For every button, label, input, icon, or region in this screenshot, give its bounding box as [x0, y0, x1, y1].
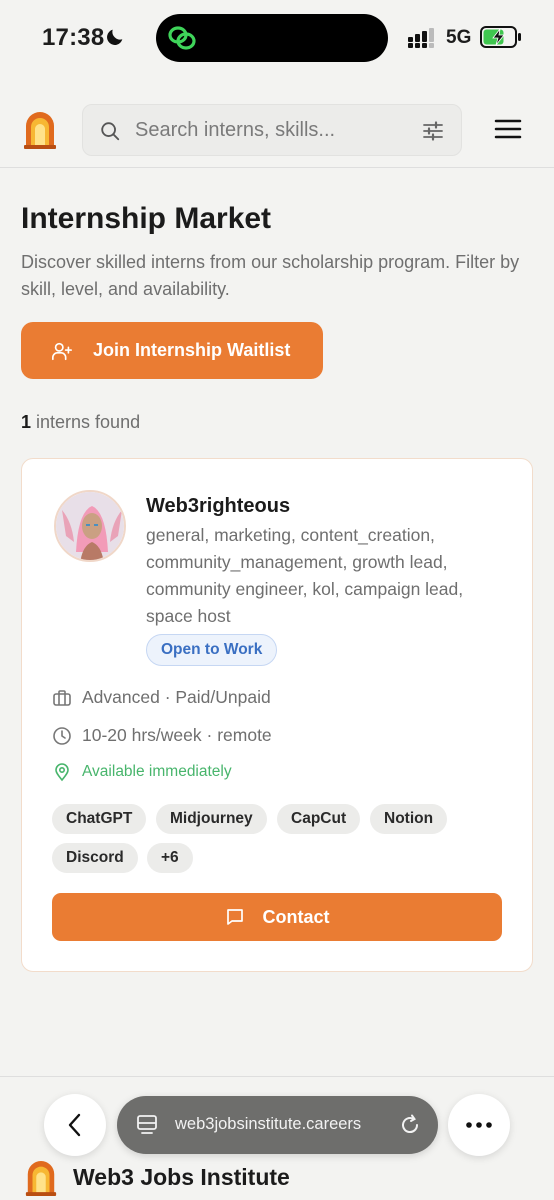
skill-tag: Notion [370, 804, 448, 834]
message-icon [226, 909, 243, 925]
status-time: 17:38 [42, 24, 105, 51]
add-user-icon [52, 342, 72, 361]
address-bar[interactable]: web3jobsinstitute.careers [117, 1096, 438, 1154]
availability-text: Available immediately [82, 763, 232, 780]
tabs-icon[interactable] [135, 1113, 159, 1137]
intern-skills: general, marketing, content_creation, co… [146, 525, 464, 626]
link-app-icon [168, 26, 196, 50]
skill-tag: ChatGPT [52, 804, 147, 834]
results-count-text: interns found [31, 412, 141, 432]
page-description: Discover skilled interns from our schola… [21, 252, 520, 299]
join-waitlist-label: Join Internship Waitlist [93, 340, 291, 360]
experience-level-text: Advanced · Paid/Unpaid [82, 687, 271, 707]
results-count-number: 1 [21, 412, 32, 432]
search-bar [82, 104, 462, 156]
skill-tag: Discord [52, 843, 138, 873]
status-badge: Open to Work [146, 634, 278, 666]
reload-icon[interactable] [398, 1113, 422, 1137]
filter-sliders-icon[interactable] [421, 119, 445, 143]
skill-tag: CapCut [277, 804, 361, 834]
location-pin-icon [55, 763, 69, 782]
footer-logo [25, 1161, 57, 1196]
more-tags-badge[interactable]: +6 [147, 843, 193, 873]
footer-title: Web3 Jobs Institute [73, 1164, 290, 1190]
moon-icon [107, 29, 123, 45]
search-icon [101, 122, 120, 141]
ellipsis-icon [466, 1122, 492, 1128]
availability-row: Available immediately [52, 762, 232, 782]
chevron-left-icon [68, 1113, 81, 1137]
status-bar: 17:38 5G [0, 0, 554, 78]
more-options-button[interactable] [448, 1094, 510, 1156]
intern-name[interactable]: Web3righteous [146, 495, 290, 518]
avatar-image [56, 492, 124, 560]
contact-button[interactable]: Contact [52, 893, 502, 941]
battery-charging-icon [480, 26, 521, 48]
network-label: 5G [446, 27, 472, 48]
intern-card: Web3righteous general, marketing, conten… [21, 458, 533, 972]
experience-level-row: Advanced · Paid/Unpaid [52, 687, 271, 708]
signal-icon [408, 28, 434, 48]
hamburger-menu-icon[interactable] [494, 118, 522, 140]
url-text: web3jobsinstitute.careers [175, 1115, 362, 1133]
hours-row: 10-20 hrs/week · remote [52, 725, 272, 746]
site-logo[interactable] [22, 110, 58, 150]
briefcase-icon [53, 689, 71, 706]
site-header [0, 88, 554, 168]
contact-label: Contact [262, 906, 330, 927]
results-count: 1 interns found [21, 412, 140, 433]
avatar[interactable] [54, 490, 126, 562]
hours-text: 10-20 hrs/week · remote [82, 725, 272, 745]
page-title: Internship Market [21, 202, 272, 235]
clock-icon [53, 726, 71, 745]
back-button[interactable] [44, 1094, 106, 1156]
skill-tag: Midjourney [156, 804, 267, 834]
join-waitlist-button[interactable]: Join Internship Waitlist [21, 322, 323, 379]
search-input[interactable] [135, 105, 405, 155]
